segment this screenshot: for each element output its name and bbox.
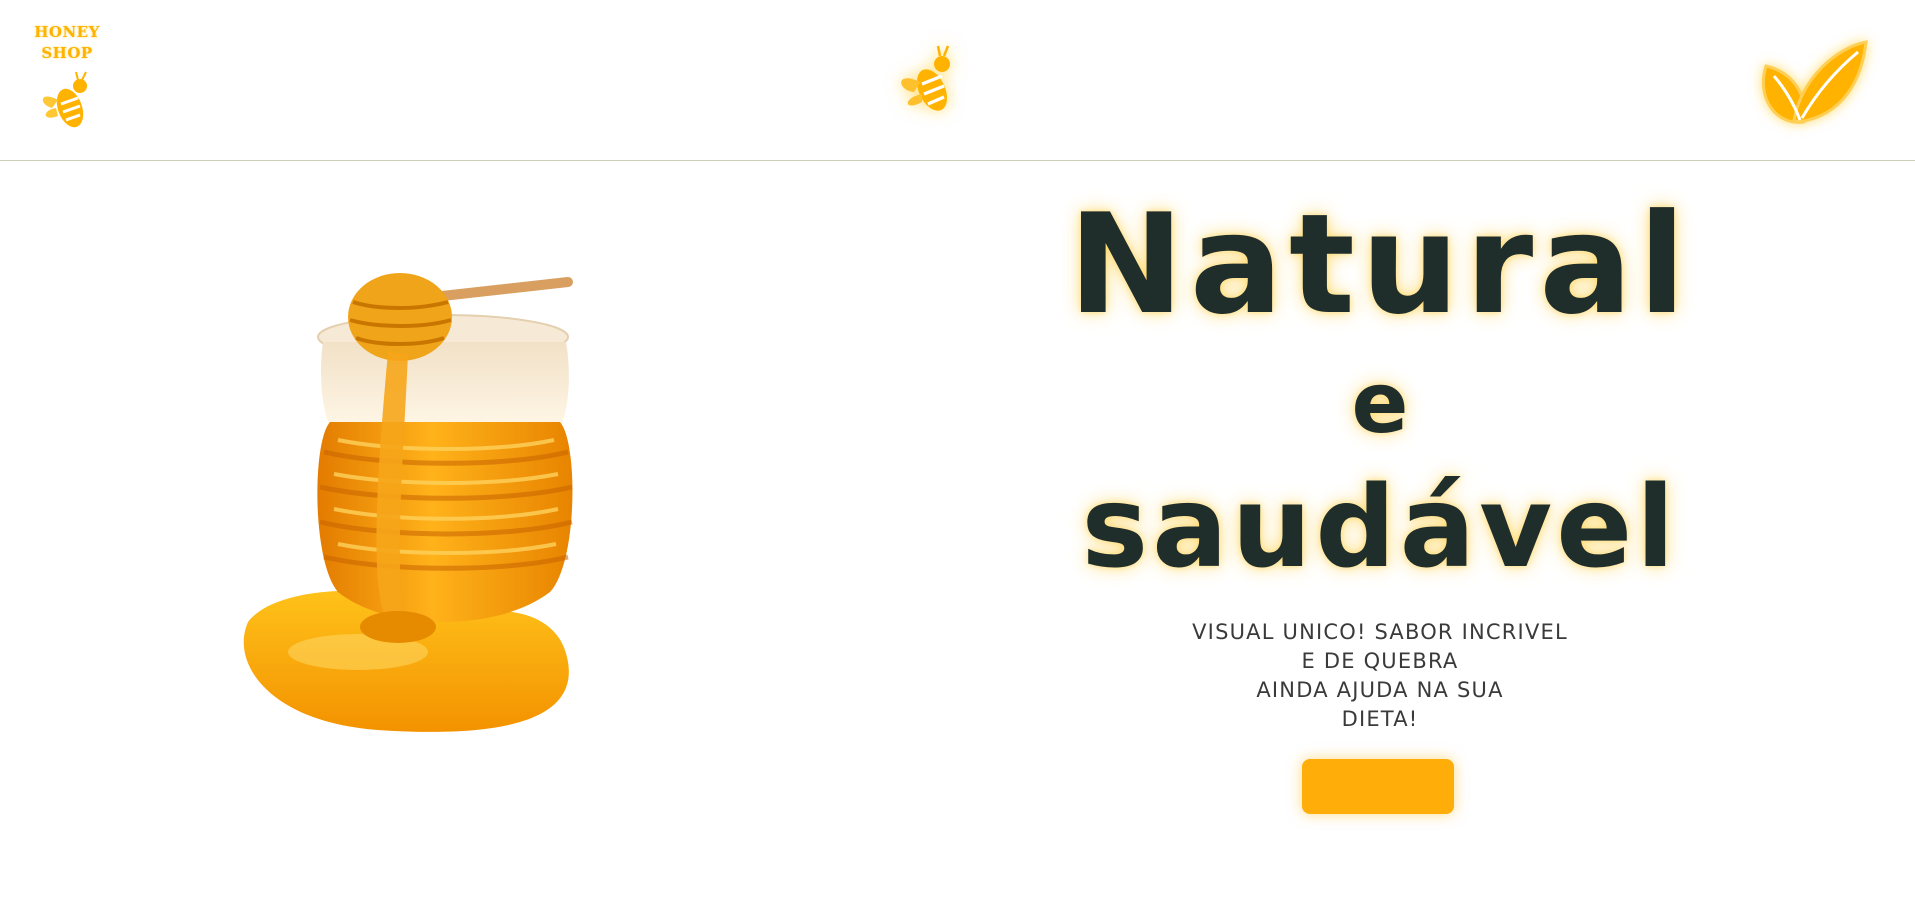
hero-subtitle-line-1: VISUAL UNICO! SABOR INCRIVEL <box>1192 620 1568 644</box>
bee-icon <box>42 71 87 128</box>
hero-subtitle-line-3: AINDA AJUDA NA SUA <box>1256 678 1504 702</box>
leaf-icon <box>1761 40 1868 124</box>
hero-subtitle-line-4: DIETA! <box>1341 707 1419 731</box>
cta-button[interactable] <box>1302 759 1454 814</box>
hero-title-line-3: saudável <box>1081 463 1679 593</box>
logo[interactable]: HONEY SHOP <box>26 22 108 140</box>
site-header: HONEY SHOP <box>0 0 1915 161</box>
hero-subtitle: VISUAL UNICO! SABOR INCRIVEL E DE QUEBRA… <box>1150 618 1610 734</box>
hero-title-line-1: Natural <box>1068 184 1692 345</box>
logo-line-2: SHOP <box>41 44 93 62</box>
hero-subtitle-line-2: E DE QUEBRA <box>1301 649 1459 673</box>
hero-title-line-2: e <box>1351 354 1409 452</box>
logo-line-1: HONEY <box>34 23 100 41</box>
hero-title: Natural e saudável <box>1040 190 1720 598</box>
honey-jar-image <box>243 273 573 732</box>
bee-icon <box>901 45 950 111</box>
